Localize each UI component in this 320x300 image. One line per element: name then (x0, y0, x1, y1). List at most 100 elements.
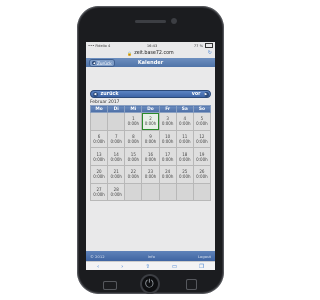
day-hours: 0:00h (110, 156, 122, 162)
day-hours: 0:00h (161, 174, 174, 180)
day-cell[interactable]: 17 0:00h (158, 147, 177, 167)
share-icon[interactable]: ⇧ (145, 264, 150, 270)
day-hours: 0:00h (110, 192, 122, 198)
phone-frame: ••• Fidelio 4 16:43 77 % 🔒 zeit.base72.c… (77, 6, 224, 294)
next-month-label: vor (191, 91, 201, 97)
phone-recent-key (186, 279, 197, 290)
empty-cell (107, 112, 126, 131)
forward-icon[interactable]: › (121, 264, 123, 270)
status-bar: ••• Fidelio 4 16:43 77 % (86, 42, 215, 49)
screen: ••• Fidelio 4 16:43 77 % 🔒 zeit.base72.c… (86, 42, 215, 270)
day-cell[interactable]: 13 0:00h (89, 147, 109, 167)
carrier-label: Fidelio 4 (95, 43, 111, 48)
home-button[interactable]: ⏻ (140, 274, 160, 294)
day-cell[interactable]: 24 0:00h (158, 165, 177, 184)
reload-icon[interactable]: ↻ (208, 50, 212, 56)
day-cell[interactable]: 22 0:00h (124, 165, 143, 184)
day-cell[interactable]: 16 0:00h (141, 147, 160, 167)
url-text: zeit.base72.com (134, 51, 174, 56)
day-hours: 0:00h (196, 174, 208, 180)
day-cell[interactable]: 7 0:00h (107, 129, 126, 149)
day-cell[interactable]: 1 0:00h (124, 112, 143, 131)
day-cell[interactable]: 8 0:00h (124, 129, 143, 149)
day-cell-today[interactable]: 2 0:00h (141, 112, 160, 131)
status-time: 16:43 (146, 43, 158, 48)
day-hours: 0:00h (196, 121, 208, 127)
day-hours: 0:00h (144, 156, 157, 162)
day-hours: 0:00h (93, 156, 105, 162)
day-hours: 0:00h (196, 156, 208, 162)
empty-cell (89, 112, 109, 131)
lock-icon: 🔒 (127, 51, 133, 56)
day-hours: 0:00h (144, 139, 157, 145)
month-navigation: ◀ zurück vor ▶ (90, 90, 211, 98)
battery-percent: 77 % (193, 43, 203, 48)
prev-month-label: zurück (100, 91, 119, 97)
bookmarks-icon[interactable]: ▭ (172, 264, 177, 270)
info-link[interactable]: Info (148, 254, 155, 259)
phone-back-key (103, 281, 117, 290)
day-hours: 0:00h (93, 174, 105, 180)
day-hours: 0:00h (179, 174, 191, 180)
day-cell[interactable]: 21 0:00h (107, 165, 126, 184)
arrow-right-icon: ▶ (203, 91, 209, 97)
day-cell[interactable]: 3 0:00h (158, 112, 177, 131)
day-cell[interactable]: 20 0:00h (89, 165, 109, 184)
week-row: 27 0:00h 28 0:00h (89, 182, 212, 202)
day-cell[interactable]: 9 0:00h (141, 129, 160, 149)
day-hours: 0:00h (110, 174, 122, 180)
day-hours: 0:00h (127, 174, 140, 180)
power-icon: ⏻ (145, 277, 154, 290)
day-cell[interactable]: 18 0:00h (175, 147, 194, 167)
day-cell[interactable]: 28 0:00h (107, 182, 126, 202)
day-cell[interactable]: 26 0:00h (192, 165, 212, 184)
day-cell[interactable]: 4 0:00h (175, 112, 194, 131)
day-cell[interactable]: 25 0:00h (175, 165, 194, 184)
weekday-header: So (192, 105, 212, 113)
empty-cell (175, 182, 194, 202)
logout-link[interactable]: Logout (198, 254, 211, 259)
back-icon[interactable]: ‹ (97, 264, 99, 270)
day-hours: 0:00h (127, 139, 140, 145)
next-month-button[interactable]: vor ▶ (151, 91, 209, 97)
day-hours: 0:00h (127, 156, 140, 162)
app-footer: © 2012 Info Logout (86, 251, 215, 261)
day-hours: 0:00h (179, 156, 191, 162)
day-cell[interactable]: 10 0:00h (158, 129, 177, 149)
tabs-icon[interactable]: ❐ (199, 264, 204, 270)
empty-cell (158, 182, 177, 202)
phone-camera (171, 18, 177, 24)
week-row: 20 0:00h 21 0:00h 22 0:00h 23 0:00h 24 0:00h … (89, 165, 212, 184)
copyright-text: © 2012 (90, 253, 105, 259)
empty-cell (141, 182, 160, 202)
day-cell[interactable]: 23 0:00h (141, 165, 160, 184)
weekday-header: Do (141, 105, 160, 113)
day-cell[interactable]: 19 0:00h (192, 147, 212, 167)
weekday-header: Mi (124, 105, 143, 113)
week-row: 13 0:00h 14 0:00h 15 0:00h 16 0:00h 17 0:00h … (89, 147, 212, 167)
day-cell[interactable]: 14 0:00h (107, 147, 126, 167)
empty-cell (124, 182, 143, 202)
prev-month-button[interactable]: ◀ zurück (92, 91, 151, 97)
address-bar[interactable]: 🔒 zeit.base72.com ↻ (86, 49, 215, 58)
day-hours: 0:00h (161, 121, 174, 127)
battery-icon (205, 43, 213, 48)
day-cell[interactable]: 11 0:00h (175, 129, 194, 149)
calendar-grid: Mo Di Mi Do Fr Sa So 1 0:00h 2 0:00h 3 0:00… (89, 105, 212, 202)
day-cell[interactable]: 27 0:00h (89, 182, 109, 202)
week-row: 1 0:00h 2 0:00h 3 0:00h 4 0:00h 5 0:00h (89, 112, 212, 131)
day-cell[interactable]: 15 0:00h (124, 147, 143, 167)
page-title: Kalender (137, 59, 164, 66)
phone-speaker (135, 20, 166, 23)
day-cell[interactable]: 5 0:00h (192, 112, 212, 131)
day-cell[interactable]: 6 0:00h (89, 129, 109, 149)
day-cell[interactable]: 12 0:00h (192, 129, 212, 149)
weekday-header: Mo (89, 105, 109, 113)
day-hours: 0:00h (127, 121, 140, 127)
arrow-left-icon: ◀ (92, 91, 98, 97)
day-hours: 0:00h (161, 156, 174, 162)
weekday-header: Di (107, 105, 126, 113)
weekday-header: Sa (175, 105, 194, 113)
day-hours: 0:00h (144, 174, 157, 180)
day-hours: 0:00h (93, 139, 105, 145)
